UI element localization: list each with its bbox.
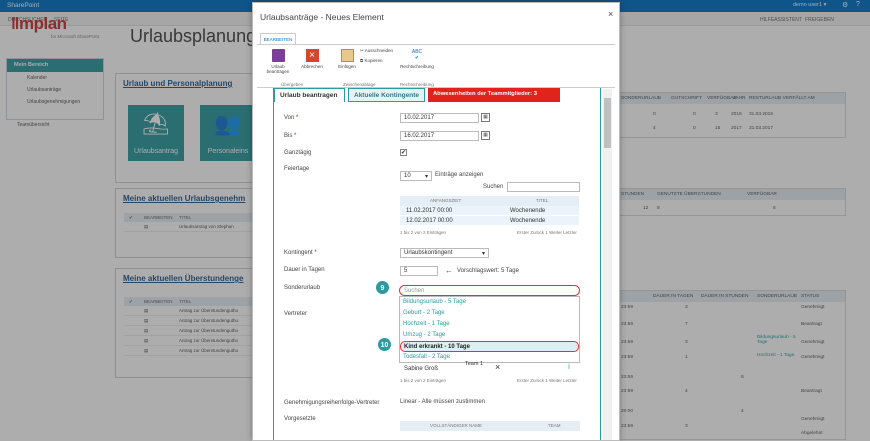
sonderurlaub-dropdown: Bildungsurlaub - 5 Tage Geburt - 2 Tage … <box>399 296 580 363</box>
cut-button[interactable]: ✂ Ausschneiden <box>360 48 393 54</box>
suggestion-text: Vorschlagswert: 5 Tage <box>457 268 519 274</box>
table-row: 11.02.2017 00:00 Wochenende <box>400 206 579 216</box>
tab-abwesenheiten[interactable]: Abwesenheiten der Teammitglieder: 3 <box>428 88 560 102</box>
dialog-title: Urlaubsanträge - Neues Element <box>260 12 384 22</box>
pager[interactable]: Erster Zurück 1 Weiter Letzter <box>517 230 577 235</box>
kontingent-label: Kontingent * <box>284 250 317 256</box>
von-input[interactable]: 10.02.2017 <box>400 113 479 123</box>
option-hochzeit[interactable]: Hochzeit - 1 Tage <box>400 319 579 330</box>
vorgesetzte-table-header: VOLLSTÄNDIGER NAME TEAM <box>400 421 580 431</box>
scrollbar-thumb[interactable] <box>604 98 611 148</box>
von-label: Von * <box>284 115 299 121</box>
remove-icon[interactable]: × <box>495 362 500 372</box>
feiertage-label: Feiertage <box>284 166 310 172</box>
info-icon[interactable]: ⅰ <box>568 363 570 371</box>
table-info: 1 bis 2 von 2 Einträgen <box>400 230 447 235</box>
genehmigung-label: Genehmigungsreihenfolge-Vertreter <box>284 400 380 406</box>
save-icon <box>271 49 285 62</box>
spellcheck-icon: ABC ✔ <box>411 49 423 61</box>
dauer-input[interactable]: 5 <box>400 266 438 276</box>
copy-button[interactable]: ⧉ Kopieren <box>360 58 382 63</box>
table-row: 12.02.2017 00:00 Wochenende <box>400 216 579 226</box>
entries-label: Einträge anzeigen <box>435 172 484 178</box>
chevron-down-icon: ▾ <box>424 174 428 180</box>
spelling-button[interactable]: ABC ✔ Rechtschreibung <box>397 49 437 69</box>
tab-aktuelle-kontingente[interactable]: Aktuelle Kontingente <box>348 88 425 102</box>
ganztaegig-checkbox[interactable]: ✔ <box>400 149 407 156</box>
search-label: Suchen <box>483 184 504 190</box>
option-geburt[interactable]: Geburt - 2 Tage <box>400 308 579 319</box>
kontingent-select[interactable]: Urlaubskontingent ▾ <box>400 248 489 258</box>
sonderurlaub-search-input[interactable]: Suchen <box>399 285 580 296</box>
option-bildungsurlaub[interactable]: Bildungsurlaub - 5 Tage <box>400 297 579 308</box>
calendar-icon[interactable]: ▦ <box>481 131 490 140</box>
pager[interactable]: Erster Zurück 1 Weiter Letzter <box>517 378 577 383</box>
cancel-icon: × <box>305 49 319 62</box>
cancel-button[interactable]: × Abbrechen <box>299 49 325 69</box>
genehmigung-value: Linear - Alle müssen zustimmen <box>400 399 486 405</box>
ribbon: Urlaub beantragen × Abbrechen Einfügen ✂… <box>257 44 615 88</box>
bis-label: Bis * <box>284 133 297 139</box>
bis-input[interactable]: 16.02.2017 <box>400 131 479 141</box>
ganztaegig-label: Ganztägig <box>284 150 312 156</box>
step-badge-10: 10 <box>377 337 392 352</box>
paste-button[interactable]: Einfügen <box>337 49 357 69</box>
holiday-search-input[interactable] <box>507 182 580 192</box>
chevron-down-icon: ▾ <box>481 251 485 257</box>
dauer-label: Dauer in Tagen <box>284 267 325 273</box>
vorgesetzte-label: Vorgesetzte <box>284 416 316 422</box>
close-icon[interactable]: × <box>608 9 613 19</box>
step-badge-9: 9 <box>375 280 390 295</box>
tab-urlaub-beantragen[interactable]: Urlaub beantragen <box>274 88 345 102</box>
paste-icon <box>340 49 354 62</box>
save-button[interactable]: Urlaub beantragen <box>260 49 296 74</box>
calendar-icon[interactable]: ▦ <box>481 113 490 122</box>
entries-select[interactable]: 10 ▾ <box>400 171 432 181</box>
holidays-table: ANFANGSZEIT TITEL 11.02.2017 00:00 Wochene… <box>400 196 579 227</box>
option-umzug[interactable]: Umzug - 2 Tage <box>400 330 579 341</box>
new-item-dialog: Urlaubsanträge - Neues Element × BEARBEI… <box>252 2 620 441</box>
arrow-left-icon: ← <box>445 266 453 275</box>
option-kind-erkrankt[interactable]: Kind erkrankt - 10 Tage <box>400 341 579 352</box>
sonderurlaub-label: Sonderurlaub <box>284 285 321 291</box>
vertreter-label: Vertreter <box>284 311 308 317</box>
table-info: 1 bis 2 von 2 Einträgen <box>400 378 447 383</box>
